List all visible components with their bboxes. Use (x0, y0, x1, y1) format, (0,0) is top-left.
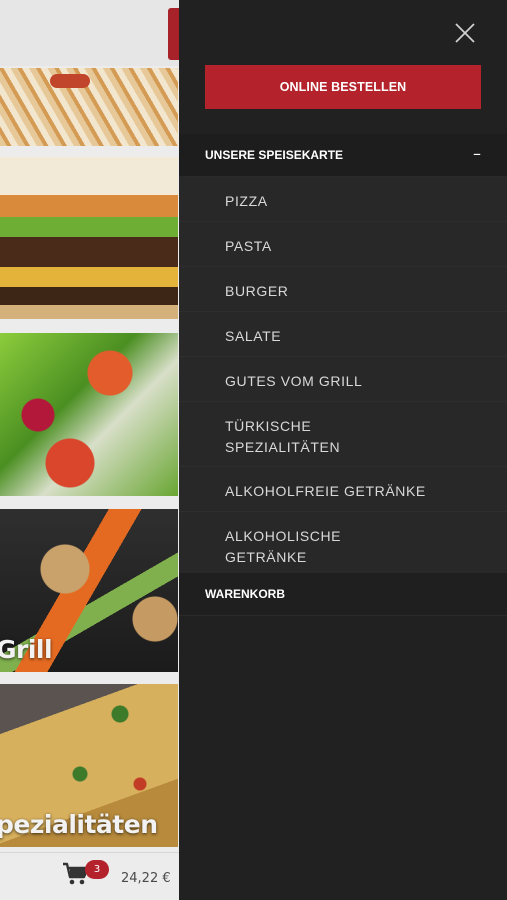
category-tile-burger[interactable] (0, 157, 178, 319)
category-tile-salate[interactable] (0, 333, 178, 496)
menu-item-label: GUTES VOM GRILL (225, 373, 363, 389)
order-online-button[interactable]: ONLINE BESTELLEN (205, 65, 481, 109)
menu-submenu: PIZZA PASTA BURGER SALATE GUTES VOM GRIL… (179, 177, 507, 577)
menu-section-header[interactable]: UNSERE SPEISEKARTE – (179, 134, 507, 177)
category-tile-label: Grill (0, 635, 53, 664)
menu-item-salate[interactable]: SALATE (179, 312, 507, 357)
menu-item-label: PIZZA (225, 193, 268, 209)
menu-item-pizza[interactable]: PIZZA (179, 177, 507, 222)
menu-item-label: BURGER (225, 283, 289, 299)
background-page: Grill pezialitäten (0, 0, 180, 900)
menu-item-label: TÜRKISCHE SPEZIALITÄTEN (225, 418, 341, 455)
collapse-toggle-icon[interactable]: – (473, 144, 481, 163)
cart-count-badge: 3 (85, 860, 109, 879)
menu-item-label: SALATE (225, 328, 282, 344)
category-tile-grill[interactable]: Grill (0, 509, 178, 672)
category-tile-specialties[interactable]: pezialitäten (0, 684, 178, 847)
cart-total: 24,22 € (121, 871, 171, 886)
menu-item-grill[interactable]: GUTES VOM GRILL (179, 357, 507, 402)
cart-link[interactable]: WARENKORB (179, 573, 507, 616)
category-tile-pasta[interactable] (0, 68, 178, 146)
menu-item-pasta[interactable]: PASTA (179, 222, 507, 267)
menu-item-label: ALKOHOLISCHE GETRÄNKE (225, 528, 342, 565)
cart-link-label: WARENKORB (205, 587, 285, 601)
menu-item-label: PASTA (225, 238, 272, 254)
menu-item-soft-drinks[interactable]: ALKOHOLFREIE GETRÄNKE (179, 467, 507, 512)
menu-item-alcoholic-drinks[interactable]: ALKOHOLISCHE GETRÄNKE (179, 512, 507, 577)
menu-item-label: ALKOHOLFREIE GETRÄNKE (225, 483, 426, 499)
menu-item-turkish-specialties[interactable]: TÜRKISCHE SPEZIALITÄTEN (179, 402, 507, 467)
close-icon[interactable] (454, 22, 476, 44)
menu-item-burger[interactable]: BURGER (179, 267, 507, 312)
category-tile-label: pezialitäten (0, 810, 158, 839)
navigation-drawer: ONLINE BESTELLEN UNSERE SPEISEKARTE – PI… (179, 0, 507, 900)
menu-section-label: UNSERE SPEISEKARTE (205, 148, 344, 162)
background-header (0, 0, 180, 66)
